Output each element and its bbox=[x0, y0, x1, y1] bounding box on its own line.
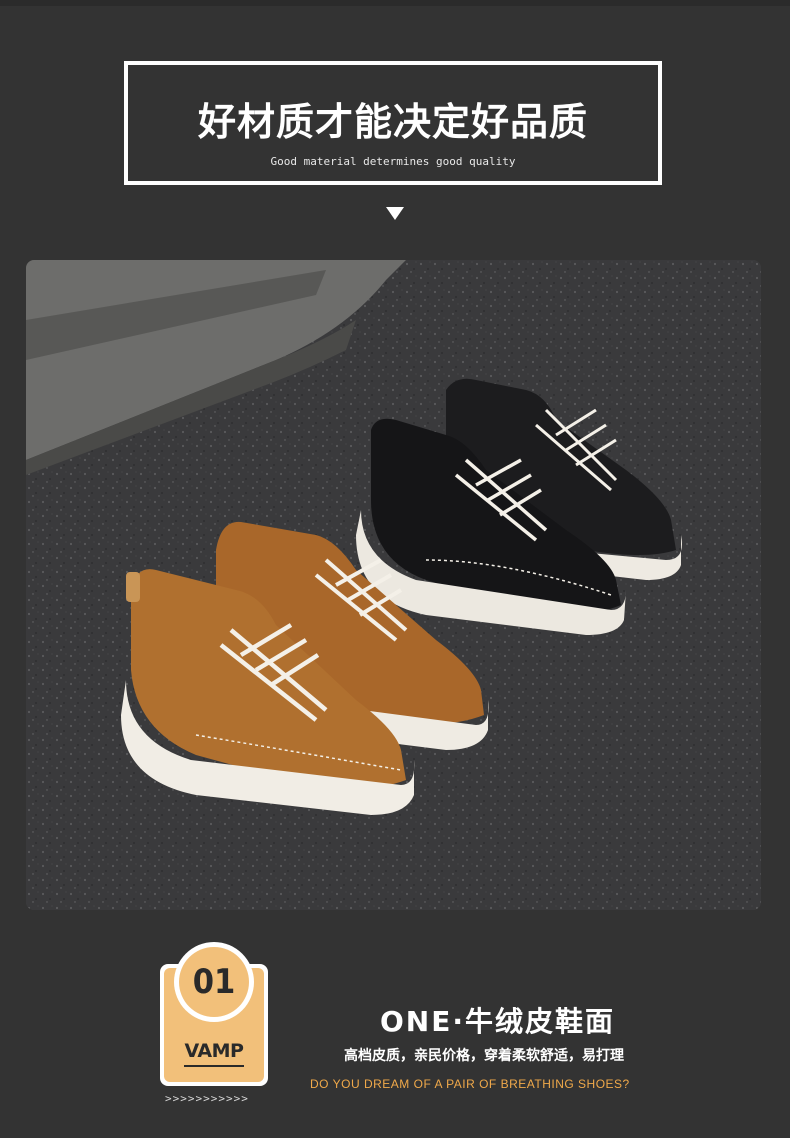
badge-number: 01 bbox=[179, 947, 249, 1017]
feature-title: ONE·牛绒皮鞋面 bbox=[380, 1005, 616, 1038]
sneakers-illustration bbox=[26, 260, 761, 910]
product-photo bbox=[26, 260, 761, 910]
badge-label: VAMP bbox=[184, 1040, 244, 1062]
headline-subtitle: Good material determines good quality bbox=[270, 155, 516, 168]
down-arrow-icon bbox=[386, 207, 404, 220]
feature-badge: 01 VAMP bbox=[160, 942, 268, 1086]
chevrons-decoration: >>>>>>>>>>> bbox=[165, 1092, 249, 1105]
badge-underline bbox=[184, 1065, 244, 1067]
headline-box: 好材质才能决定好品质 Good material determines good… bbox=[124, 61, 662, 185]
top-strip bbox=[0, 0, 790, 6]
feature-english-tagline: DO YOU DREAM OF A PAIR OF BREATHING SHOE… bbox=[310, 1077, 630, 1091]
feature-description: 高档皮质，亲民价格，穿着柔软舒适，易打理 bbox=[344, 1048, 624, 1064]
badge-circle: 01 bbox=[174, 942, 254, 1022]
headline-title: 好材质才能决定好品质 bbox=[197, 100, 588, 144]
